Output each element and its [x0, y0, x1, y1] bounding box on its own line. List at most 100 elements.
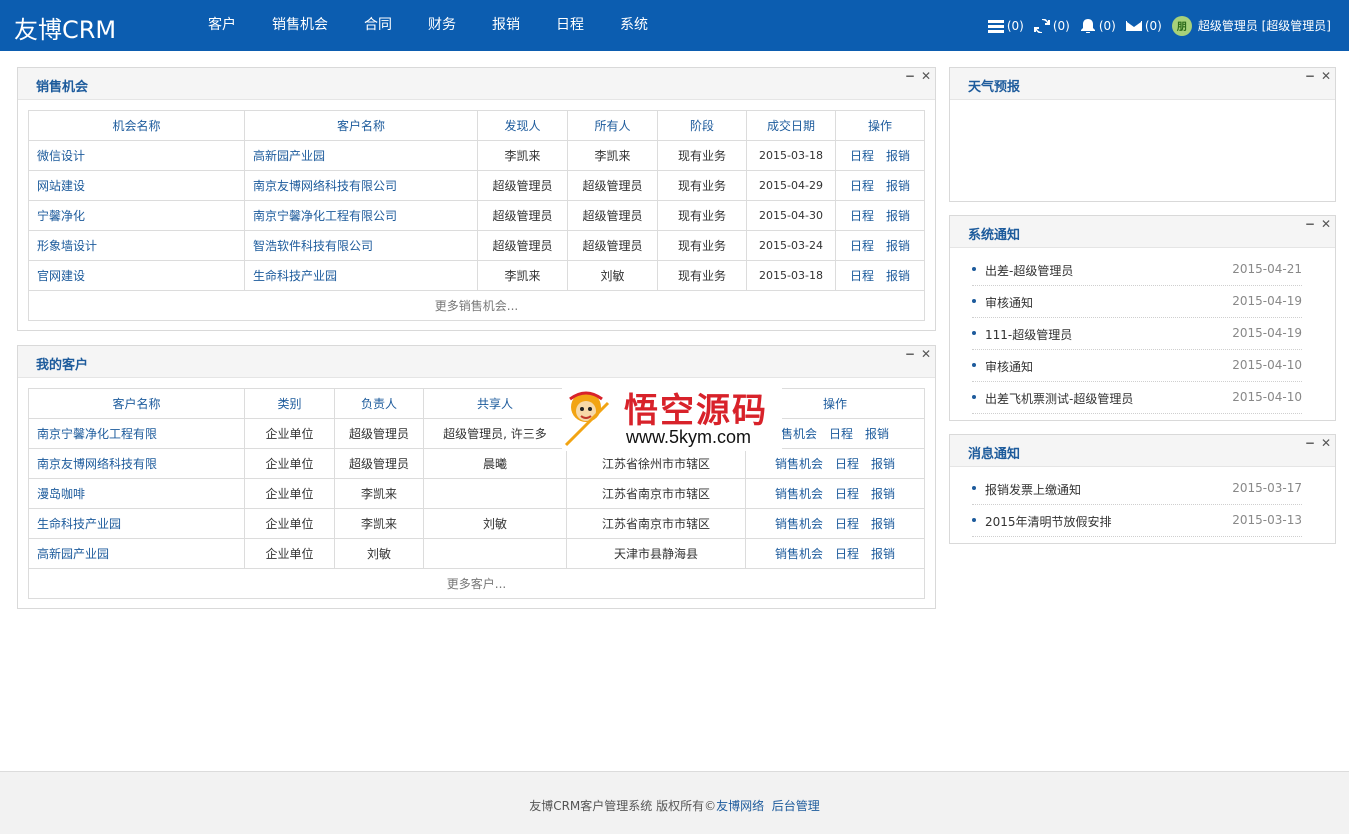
- nav-finance[interactable]: 财务: [410, 0, 474, 51]
- col-deal-date[interactable]: 成交日期: [746, 110, 836, 141]
- schedule-link[interactable]: 日程: [835, 457, 859, 471]
- footer-company-link[interactable]: 友博网络: [716, 799, 764, 813]
- alerts-button[interactable]: (0): [1080, 18, 1116, 33]
- close-icon[interactable]: ✕: [1321, 217, 1331, 231]
- schedule-link[interactable]: 日程: [850, 209, 874, 223]
- schedule-link[interactable]: 日程: [835, 487, 859, 501]
- sales-opportunity-link[interactable]: 销售机会: [775, 487, 823, 501]
- nav-schedule[interactable]: 日程: [538, 0, 602, 51]
- notice-title[interactable]: 报销发票上缴通知: [985, 481, 1081, 498]
- sales-opportunity-link[interactable]: 销售机会: [775, 517, 823, 531]
- col-owner[interactable]: 所有人: [567, 110, 658, 141]
- notice-title[interactable]: 2015年清明节放假安排: [985, 513, 1112, 530]
- minimize-icon[interactable]: −: [1305, 217, 1315, 231]
- customer-link[interactable]: 智浩软件科技有限公司: [253, 239, 373, 253]
- mail-button[interactable]: (0): [1125, 19, 1162, 33]
- list-item[interactable]: 出差-超级管理员 2015-04-21: [972, 254, 1302, 286]
- user-label: 超级管理员 [超级管理员]: [1197, 19, 1331, 33]
- list-item[interactable]: 出差飞机票测试-超级管理员 2015-04-10: [972, 382, 1302, 414]
- col-category[interactable]: 类别: [244, 388, 335, 419]
- expense-link[interactable]: 报销: [871, 487, 895, 501]
- sales-opportunity-link[interactable]: 售机会: [781, 427, 817, 441]
- nav-sales-opportunities[interactable]: 销售机会: [254, 0, 346, 51]
- expense-link[interactable]: 报销: [871, 517, 895, 531]
- sync-button[interactable]: (0): [1033, 18, 1070, 33]
- notice-title[interactable]: 审核通知: [985, 358, 1033, 375]
- list-item[interactable]: 111-超级管理员 2015-04-19: [972, 318, 1302, 350]
- expense-link[interactable]: 报销: [865, 427, 889, 441]
- owner-cell: 超级管理员: [567, 170, 658, 201]
- finder-cell: 超级管理员: [477, 200, 568, 231]
- customer-link[interactable]: 南京宁馨净化工程有限: [37, 427, 157, 441]
- sales-opportunity-link[interactable]: 销售机会: [775, 547, 823, 561]
- customer-link[interactable]: 漫岛咖啡: [37, 487, 85, 501]
- col-customer-name[interactable]: 客户名称: [28, 388, 245, 419]
- nav-contracts[interactable]: 合同: [346, 0, 410, 51]
- list-item[interactable]: 审核通知 2015-04-10: [972, 350, 1302, 382]
- col-actions: 操作: [835, 110, 925, 141]
- customer-link[interactable]: 生命科技产业园: [253, 269, 337, 283]
- customer-link[interactable]: 高新园产业园: [253, 149, 325, 163]
- sharer-cell: [423, 538, 567, 569]
- close-icon[interactable]: ✕: [921, 347, 931, 361]
- minimize-icon[interactable]: −: [905, 69, 915, 83]
- opportunity-link[interactable]: 官网建设: [37, 269, 85, 283]
- footer-admin-link[interactable]: 后台管理: [772, 799, 820, 813]
- close-icon[interactable]: ✕: [921, 69, 931, 83]
- schedule-link[interactable]: 日程: [829, 427, 853, 441]
- region-cell: 江苏省南京市市辖区: [566, 508, 746, 539]
- notice-title[interactable]: 审核通知: [985, 294, 1033, 311]
- schedule-link[interactable]: 日程: [850, 239, 874, 253]
- opportunity-link[interactable]: 宁馨净化: [37, 209, 85, 223]
- expense-link[interactable]: 报销: [886, 239, 910, 253]
- nav-expense[interactable]: 报销: [474, 0, 538, 51]
- list-item[interactable]: 审核通知 2015-04-19: [972, 286, 1302, 318]
- opportunity-link[interactable]: 形象墙设计: [37, 239, 97, 253]
- expense-link[interactable]: 报销: [871, 547, 895, 561]
- close-icon[interactable]: ✕: [1321, 69, 1331, 83]
- minimize-icon[interactable]: −: [1305, 436, 1315, 450]
- minimize-icon[interactable]: −: [1305, 69, 1315, 83]
- col-opportunity-name[interactable]: 机会名称: [28, 110, 245, 141]
- category-cell: 企业单位: [244, 418, 335, 449]
- close-icon[interactable]: ✕: [1321, 436, 1331, 450]
- col-finder[interactable]: 发现人: [477, 110, 568, 141]
- tasks-button[interactable]: (0): [987, 19, 1024, 33]
- schedule-link[interactable]: 日程: [850, 179, 874, 193]
- sales-opportunity-link[interactable]: 销售机会: [775, 457, 823, 471]
- owner-cell: 刘敏: [567, 260, 658, 291]
- schedule-link[interactable]: 日程: [850, 149, 874, 163]
- col-customer-name[interactable]: 客户名称: [244, 110, 478, 141]
- expense-link[interactable]: 报销: [886, 149, 910, 163]
- customer-link[interactable]: 生命科技产业园: [37, 517, 121, 531]
- expense-link[interactable]: 报销: [871, 457, 895, 471]
- notice-title[interactable]: 出差飞机票测试-超级管理员: [985, 390, 1133, 407]
- nav-customers[interactable]: 客户: [190, 0, 254, 51]
- owner-cell: 超级管理员: [567, 200, 658, 231]
- expense-link[interactable]: 报销: [886, 269, 910, 283]
- opportunity-link[interactable]: 微信设计: [37, 149, 85, 163]
- more-opportunities-link[interactable]: 更多销售机会...: [28, 290, 925, 321]
- user-menu[interactable]: 朋 超级管理员 [超级管理员]: [1171, 15, 1331, 36]
- more-customers-link[interactable]: 更多客户...: [28, 568, 925, 599]
- list-item[interactable]: 2015年清明节放假安排 2015-03-13: [972, 505, 1302, 537]
- customer-link[interactable]: 南京友博网络科技有限: [37, 457, 157, 471]
- schedule-link[interactable]: 日程: [850, 269, 874, 283]
- list-item[interactable]: 报销发票上缴通知 2015-03-17: [972, 473, 1302, 505]
- col-sharer[interactable]: 共享人: [423, 388, 567, 419]
- notice-title[interactable]: 出差-超级管理员: [985, 262, 1073, 279]
- schedule-link[interactable]: 日程: [835, 517, 859, 531]
- minimize-icon[interactable]: −: [905, 347, 915, 361]
- app-brand[interactable]: 友博CRM: [14, 10, 116, 45]
- expense-link[interactable]: 报销: [886, 209, 910, 223]
- opportunity-link[interactable]: 网站建设: [37, 179, 85, 193]
- customer-link[interactable]: 高新园产业园: [37, 547, 109, 561]
- notice-title[interactable]: 111-超级管理员: [985, 326, 1072, 343]
- schedule-link[interactable]: 日程: [835, 547, 859, 561]
- nav-system[interactable]: 系统: [602, 0, 666, 51]
- col-manager[interactable]: 负责人: [334, 388, 424, 419]
- col-stage[interactable]: 阶段: [657, 110, 747, 141]
- customer-link[interactable]: 南京宁馨净化工程有限公司: [253, 209, 397, 223]
- expense-link[interactable]: 报销: [886, 179, 910, 193]
- customer-link[interactable]: 南京友博网络科技有限公司: [253, 179, 397, 193]
